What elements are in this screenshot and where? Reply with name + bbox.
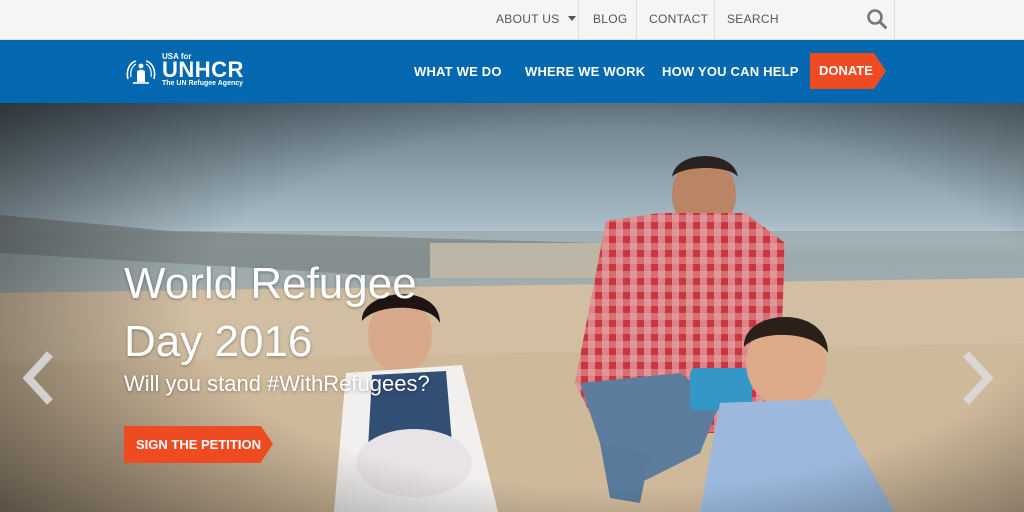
search-input[interactable]: SEARCH xyxy=(727,0,779,39)
util-nav-blog[interactable]: BLOG xyxy=(593,0,628,39)
hero-subtitle: Will you stand #WithRefugees? xyxy=(124,371,430,396)
util-divider xyxy=(714,0,715,39)
util-divider xyxy=(894,0,895,39)
hero-title-line1: World Refugee xyxy=(124,259,417,308)
chevron-left-icon[interactable] xyxy=(18,348,58,408)
sign-petition-label: SIGN THE PETITION xyxy=(136,437,261,452)
donate-button-arrow xyxy=(874,53,886,89)
donate-label: DONATE xyxy=(819,63,873,78)
util-nav-about-us[interactable]: ABOUT US xyxy=(496,0,576,39)
search-icon[interactable] xyxy=(866,8,888,30)
unhcr-emblem-icon xyxy=(126,60,156,84)
hero-slider: World Refugee Day 2016 Will you stand #W… xyxy=(0,103,1024,512)
main-nav-bar: USA for UNHCR The UN Refugee Agency WHAT… xyxy=(0,40,1024,103)
nav-what-we-do[interactable]: WHAT WE DO xyxy=(414,40,502,103)
chevron-right-icon[interactable] xyxy=(958,348,998,408)
site-logo[interactable]: USA for UNHCR The UN Refugee Agency xyxy=(124,51,254,91)
logo-tagline: The UN Refugee Agency xyxy=(162,80,244,87)
sign-petition-button-arrow xyxy=(261,426,273,462)
nav-where-we-work[interactable]: WHERE WE WORK xyxy=(525,40,645,103)
logo-name: UNHCR xyxy=(162,57,244,82)
util-divider xyxy=(636,0,637,39)
hero-title: World Refugee Day 2016 xyxy=(124,255,544,371)
sign-petition-button[interactable]: SIGN THE PETITION xyxy=(124,426,274,463)
nav-how-you-can-help[interactable]: HOW YOU CAN HELP xyxy=(662,40,799,103)
util-nav-about-us-label: ABOUT US xyxy=(496,12,560,26)
util-nav-contact[interactable]: CONTACT xyxy=(649,0,708,39)
hero-title-line2: Day 2016 xyxy=(124,317,313,366)
caret-down-icon xyxy=(567,16,576,21)
donate-button[interactable]: DONATE xyxy=(810,53,886,89)
utility-bar: ABOUT US BLOG CONTACT SEARCH xyxy=(0,0,1024,40)
util-divider xyxy=(578,0,579,39)
